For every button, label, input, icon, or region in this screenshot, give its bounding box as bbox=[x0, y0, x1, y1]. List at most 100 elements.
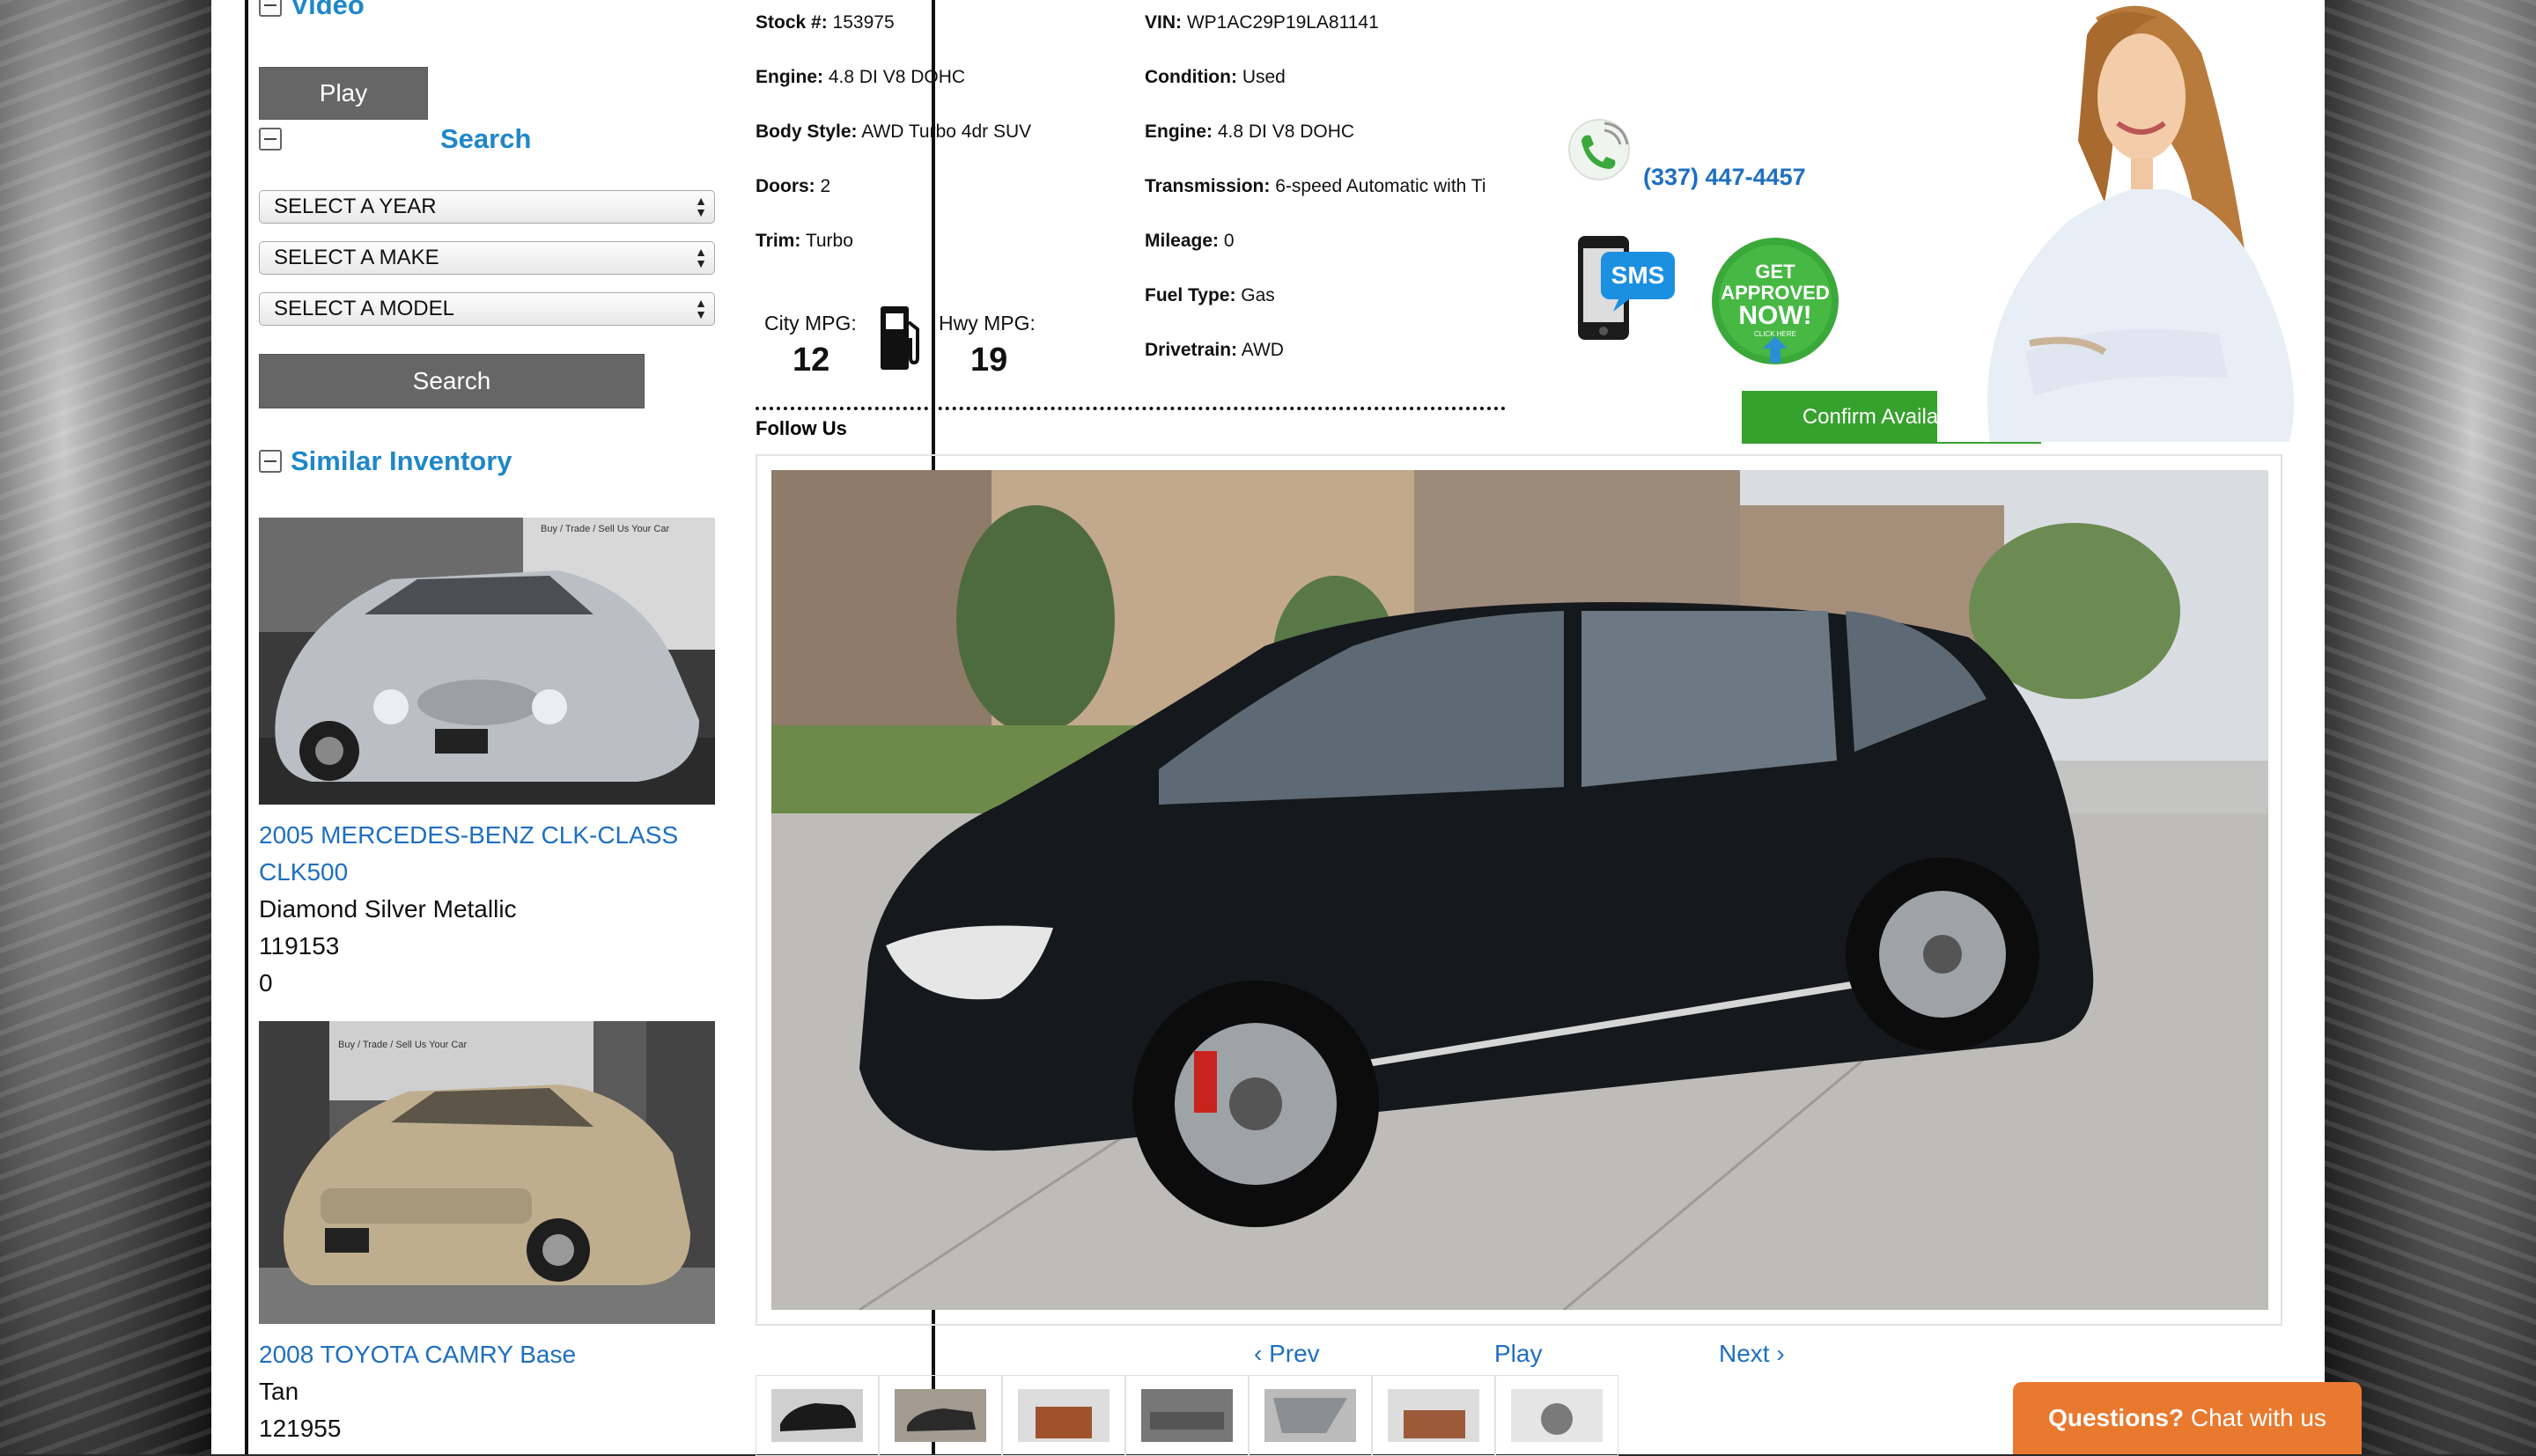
gallery-next-link[interactable]: Next › bbox=[1719, 1340, 1785, 1368]
sms-phone-icon[interactable]: SMS bbox=[1574, 231, 1680, 343]
similar-car-title-link[interactable]: 2008 TOYOTA CAMRY Base bbox=[259, 1336, 717, 1373]
spec-value: WP1AC29P19LA81141 bbox=[1186, 12, 1379, 33]
car-photo-banner: Buy / Trade / Sell Us Your Car bbox=[338, 1040, 467, 1050]
model-select-value: SELECT A MODEL bbox=[274, 297, 454, 320]
gas-pump-icon bbox=[881, 306, 919, 370]
background-right bbox=[2325, 0, 2536, 1454]
chat-text: Chat with us bbox=[2190, 1404, 2326, 1431]
main-vehicle-photo[interactable] bbox=[771, 470, 2268, 1310]
search-title: Search bbox=[440, 123, 532, 154]
spec-label: Fuel Type: bbox=[1145, 285, 1236, 305]
search-button[interactable]: Search bbox=[259, 354, 645, 408]
thumbnail-image bbox=[1388, 1389, 1479, 1442]
collapse-icon[interactable] bbox=[259, 450, 282, 473]
year-select-value: SELECT A YEAR bbox=[274, 195, 437, 218]
spec-label: VIN: bbox=[1145, 12, 1182, 33]
spec-value: 4.8 DI V8 DOHC bbox=[828, 67, 966, 87]
spec-label: Stock #: bbox=[756, 12, 828, 33]
video-title: Video bbox=[291, 0, 365, 20]
car-photo-mercedes: Buy / Trade / Sell Us Your Car bbox=[259, 518, 715, 805]
spec-trim: Trim: Turbo bbox=[756, 231, 853, 252]
model-select[interactable]: SELECT A MODEL ▲ ▼ bbox=[259, 292, 715, 326]
similar-car-color: Diamond Silver Metallic bbox=[259, 895, 517, 923]
spec-vin: VIN: WP1AC29P19LA81141 bbox=[1145, 12, 1379, 33]
city-mpg-value: 12 bbox=[792, 342, 830, 379]
hwy-mpg-value: 19 bbox=[970, 342, 1008, 379]
spec-value: Turbo bbox=[805, 231, 853, 251]
spec-label: Trim: bbox=[756, 231, 801, 251]
gallery-thumbnail[interactable] bbox=[756, 1375, 879, 1456]
spec-label: Body Style: bbox=[756, 121, 858, 142]
collapse-icon[interactable] bbox=[259, 128, 282, 151]
similar-car-color: Tan bbox=[259, 1378, 299, 1405]
gallery-prev-link[interactable]: ‹ Prev bbox=[1254, 1340, 1320, 1368]
similar-section-header: Similar Inventory bbox=[259, 445, 512, 477]
similar-car-photo[interactable]: Buy / Trade / Sell Us Your Car bbox=[259, 518, 715, 805]
gallery-thumbnail[interactable] bbox=[1002, 1375, 1125, 1456]
similar-car-mileage: 121955 bbox=[259, 1415, 342, 1442]
spec-value: AWD bbox=[1241, 340, 1284, 360]
gallery-thumbnail[interactable] bbox=[1495, 1375, 1618, 1456]
spec-label: Mileage: bbox=[1145, 231, 1220, 251]
year-select[interactable]: SELECT A YEAR ▲ ▼ bbox=[259, 190, 715, 224]
collapse-icon[interactable] bbox=[259, 0, 282, 17]
select-arrows-icon: ▲ ▼ bbox=[695, 194, 707, 219]
phone-icon[interactable] bbox=[1559, 114, 1643, 185]
chat-bold-text: Questions? bbox=[2048, 1404, 2185, 1431]
similar-car-price: 0 bbox=[259, 969, 273, 996]
spec-engine: Engine: 4.8 DI V8 DOHC bbox=[756, 67, 965, 88]
phone-number-link[interactable]: (337) 447-4457 bbox=[1643, 164, 1806, 191]
gallery-thumbnail[interactable] bbox=[1125, 1375, 1249, 1456]
gallery-thumbnail[interactable] bbox=[1372, 1375, 1495, 1456]
spec-value: 2 bbox=[820, 176, 831, 196]
gallery-thumbnail[interactable] bbox=[1249, 1375, 1372, 1456]
spec-doors: Doors: 2 bbox=[756, 176, 830, 197]
spec-value: 0 bbox=[1223, 231, 1235, 251]
car-photo-banner: Buy / Trade / Sell Us Your Car bbox=[541, 524, 669, 534]
badge-line-3: NOW! bbox=[1738, 301, 1811, 330]
spec-value: Used bbox=[1242, 67, 1286, 87]
make-select-value: SELECT A MAKE bbox=[274, 246, 439, 269]
similar-car-photo[interactable]: Buy / Trade / Sell Us Your Car bbox=[259, 1021, 715, 1324]
select-arrows-icon: ▲ ▼ bbox=[695, 296, 707, 321]
gallery-thumbnail[interactable] bbox=[879, 1375, 1002, 1456]
spec-value: 153975 bbox=[832, 12, 895, 33]
gallery-play-link[interactable]: Play bbox=[1494, 1340, 1542, 1368]
make-select[interactable]: SELECT A MAKE ▲ ▼ bbox=[259, 241, 715, 275]
thumbnail-image bbox=[771, 1389, 863, 1442]
spec-body-style: Body Style: AWD Turbo 4dr SUV bbox=[756, 121, 1031, 143]
spec-label: Condition: bbox=[1145, 67, 1237, 87]
spec-label: Engine: bbox=[1145, 121, 1213, 142]
badge-line-1: GET bbox=[1755, 261, 1795, 283]
spec-engine-2: Engine: 4.8 DI V8 DOHC bbox=[1145, 121, 1354, 143]
spec-label: Doors: bbox=[756, 176, 815, 196]
thumbnail-image bbox=[1264, 1389, 1356, 1442]
background-left bbox=[0, 0, 211, 1454]
gallery-thumbnails bbox=[756, 1375, 1618, 1456]
thumbnail-image bbox=[895, 1389, 986, 1442]
similar-car-mileage: 119153 bbox=[259, 932, 340, 960]
hwy-mpg-label: Hwy MPG: bbox=[939, 312, 1036, 335]
similar-car-title-link[interactable]: 2005 MERCEDES-BENZ CLK-CLASS CLK500 bbox=[259, 817, 717, 891]
similar-title: Similar Inventory bbox=[291, 445, 512, 476]
spec-label: Transmission: bbox=[1145, 176, 1271, 196]
follow-us-label: Follow Us bbox=[756, 417, 847, 439]
customer-service-woman-photo bbox=[1937, 0, 2316, 442]
main-photo-frame bbox=[756, 454, 2282, 1326]
spec-fuel-type: Fuel Type: Gas bbox=[1145, 285, 1275, 306]
video-play-button[interactable]: Play bbox=[259, 67, 428, 120]
thumbnail-image bbox=[1511, 1389, 1603, 1442]
spec-value: AWD Turbo 4dr SUV bbox=[861, 121, 1032, 142]
spec-value: 4.8 DI V8 DOHC bbox=[1217, 121, 1355, 142]
spec-value: Gas bbox=[1241, 285, 1275, 305]
spec-drivetrain: Drivetrain: AWD bbox=[1145, 340, 1284, 361]
sms-label: SMS bbox=[1611, 261, 1665, 289]
video-section-header: Video bbox=[259, 0, 365, 21]
get-approved-badge[interactable]: GET APPROVED NOW! CLICK HERE bbox=[1708, 234, 1842, 375]
spec-mileage: Mileage: 0 bbox=[1145, 231, 1235, 252]
thumbnail-image bbox=[1018, 1389, 1110, 1442]
car-photo-toyota: Buy / Trade / Sell Us Your Car bbox=[259, 1021, 715, 1324]
chat-widget-button[interactable]: Questions? Chat with us bbox=[2013, 1382, 2362, 1454]
thumbnail-image bbox=[1141, 1389, 1233, 1442]
spec-value: 6-speed Automatic with Ti bbox=[1275, 176, 1486, 196]
